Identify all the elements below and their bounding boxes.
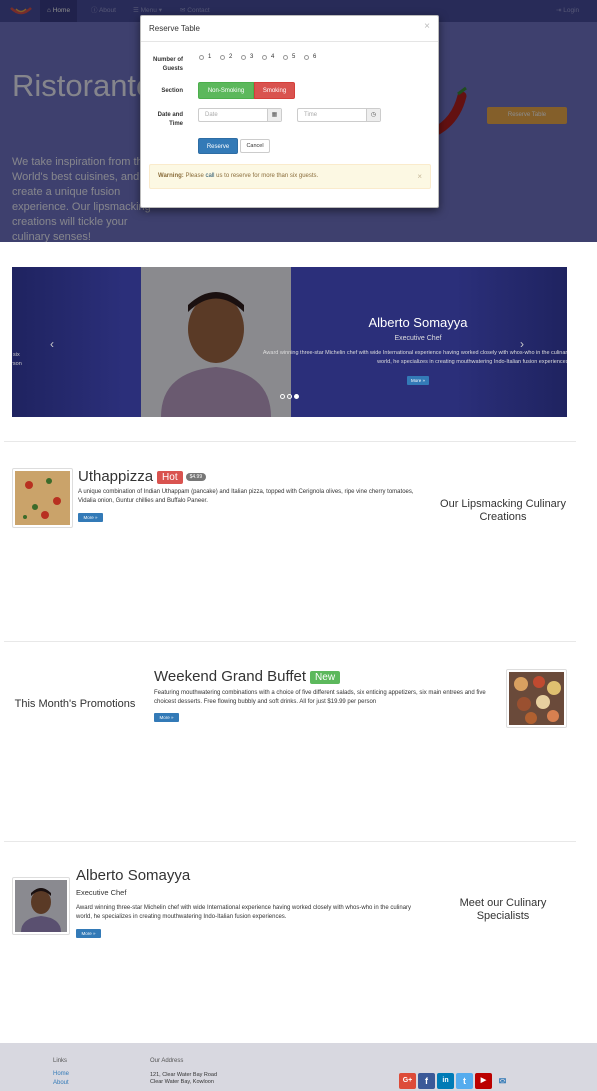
divider [4,641,576,642]
guests-radio-1[interactable]: 1 [199,54,211,60]
promo-thumbnail[interactable] [506,669,567,728]
alert-pre: Please [185,173,204,179]
calendar-icon[interactable]: ▦ [267,109,281,121]
carousel-prev-icon[interactable]: ‹ [50,337,54,351]
carousel-more-button[interactable]: More » [407,376,429,385]
footer-address-heading: Our Address [150,1058,184,1064]
carousel-caption-text: Award winning three-star Michelin chef w… [262,350,567,365]
guests-option: 2 [229,54,233,60]
guests-radio-2[interactable]: 2 [220,54,232,60]
footer-links-heading: Links [53,1058,68,1064]
modal-header: Reserve Table × [141,16,438,42]
cancel-button[interactable]: Cancel [240,139,270,153]
guests-option: 4 [271,54,275,60]
pizza-image-icon [15,471,70,525]
buffet-image-icon [509,672,564,725]
carousel-caption-title: Alberto Somayya [368,315,468,330]
guests-option: 6 [313,54,317,60]
leader-description: Award winning three-star Michelin chef w… [76,905,412,920]
time-input[interactable]: Time ◷ [297,108,381,122]
datetime-label: Date and Time [157,112,183,127]
promotions-side-heading: This Month's Promotions [14,698,136,710]
carousel-prev-caption-fragment: six erson [12,351,22,369]
non-smoking-button[interactable]: Non-Smoking [198,82,254,99]
twitter-icon[interactable]: t [456,1073,473,1089]
section-label: Section [161,88,183,94]
dish-heading: Uthappizza Hot $4.99 [78,468,207,485]
guests-option: 5 [292,54,296,60]
clock-icon[interactable]: ◷ [366,109,380,121]
chef-portrait-icon [141,267,291,417]
warning-alert: Warning: Please call us to reserve for m… [149,164,431,189]
dish-name: Uthappizza [78,468,154,485]
date-placeholder: Date [205,112,218,118]
hot-label: Hot [157,470,183,484]
alert-strong: Warning: [158,173,184,179]
fragment-line: six [13,352,20,358]
new-label: New [310,670,341,684]
leader-name: Alberto Somayya [76,867,191,884]
carousel-indicator-1[interactable] [280,394,285,399]
fragment-line: erson [12,361,22,367]
carousel-indicator-2[interactable] [287,394,292,399]
price-badge: $4.99 [185,473,207,482]
dishes-side-heading: Our Lipsmacking Culinary Creations [440,498,566,523]
promo-description: Featuring mouthwatering combinations wit… [154,690,486,705]
footer-link-about[interactable]: About [53,1080,69,1086]
footer-address-line2: Clear Water Bay, Kowloon [150,1079,214,1085]
guests-option: 1 [208,54,212,60]
call-link[interactable]: call [205,173,214,179]
divider [4,441,576,442]
dish-description: A unique combination of Indian Uthappam … [78,489,414,504]
guests-radio-6[interactable]: 6 [304,54,316,60]
chef-avatar-icon [15,880,67,932]
guests-radio-3[interactable]: 3 [241,54,253,60]
mail-icon[interactable]: ✉ [494,1073,511,1089]
leaders-side-heading: Meet our Culinary Specialists [459,897,547,922]
date-input[interactable]: Date ▦ [198,108,282,122]
time-placeholder: Time [304,112,318,118]
promo-name: Weekend Grand Buffet [154,668,307,685]
section-button-group: Non-Smoking Smoking [198,82,295,99]
reserve-submit-button[interactable]: Reserve [198,138,238,154]
youtube-icon[interactable]: ▶ [475,1073,492,1089]
carousel-caption-subtitle: Executive Chef [394,335,442,342]
carousel: six erson ‹ › Alberto Somayya Executive … [12,267,567,417]
reserve-table-modal: Reserve Table × Number of Guests 1 2 3 4… [140,15,439,208]
leader-more-button[interactable]: More » [76,929,101,938]
modal-close-icon[interactable]: × [424,21,430,32]
footer-link-home[interactable]: Home [53,1071,69,1077]
smoking-button[interactable]: Smoking [254,82,295,99]
carousel-indicator-3[interactable] [294,394,299,399]
facebook-icon[interactable]: f [418,1073,435,1089]
guests-radio-4[interactable]: 4 [262,54,274,60]
footer: Links Home About Our Address 121, Clear … [0,1043,597,1091]
google-plus-icon[interactable]: G+ [399,1073,416,1089]
divider [4,841,576,842]
leader-thumbnail[interactable] [12,877,70,935]
promo-more-button[interactable]: More » [154,713,179,722]
modal-title: Reserve Table [149,24,200,33]
alert-post: us to reserve for more than six guests. [216,173,319,179]
dish-more-button[interactable]: More » [78,513,103,522]
guests-radio-5[interactable]: 5 [283,54,295,60]
chef-photo [141,267,291,417]
leader-designation: Executive Chef [76,888,127,897]
guests-option: 3 [250,54,254,60]
alert-close-icon[interactable]: × [417,165,422,188]
guests-label: Number of Guests [153,57,183,72]
linkedin-icon[interactable]: in [437,1073,454,1089]
dish-thumbnail[interactable] [12,468,73,528]
carousel-indicators [280,394,299,399]
promo-heading: Weekend Grand Buffet New [154,668,341,685]
